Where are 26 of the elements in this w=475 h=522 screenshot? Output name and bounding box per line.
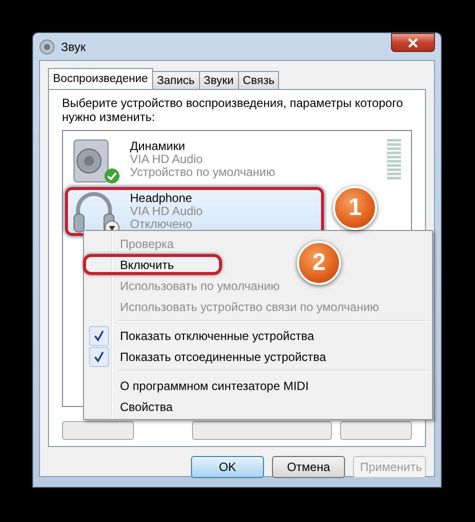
speaker-icon — [39, 38, 55, 54]
device-name: Динамики — [130, 140, 186, 153]
close-icon — [408, 38, 418, 48]
configure-button[interactable] — [62, 421, 134, 440]
window-title: Звук — [61, 40, 86, 54]
device-status: Устройство по умолчанию — [130, 166, 276, 179]
device-name: Headphone — [130, 192, 194, 205]
device-driver: VIA HD Audio — [130, 153, 204, 166]
dialog-button[interactable]: OK — [191, 456, 264, 478]
instruction-text: Выберите устройство воспроизведения, параметры которого нужно изменить: — [62, 96, 404, 124]
default-dropdown[interactable] — [192, 421, 332, 440]
tab[interactable]: Запись — [152, 71, 200, 89]
device-driver: VIA HD Audio — [130, 205, 203, 218]
tab[interactable]: Связь — [238, 71, 280, 89]
close-button[interactable] — [391, 33, 435, 52]
menu-item[interactable]: Включить — [83, 254, 222, 275]
properties-button[interactable] — [340, 421, 412, 440]
device-status: Отключено — [130, 218, 194, 231]
menu-item[interactable]: Свойства — [86, 396, 177, 417]
dialog-button[interactable]: Отмена — [272, 456, 345, 478]
tab[interactable]: Звуки — [198, 71, 239, 89]
device-item[interactable]: Динамики VIA HD Audio Устройство по умолчанию — [66, 134, 405, 185]
menu-item[interactable]: О программном синтезаторе MIDI — [86, 375, 313, 396]
menu-item[interactable]: Показать отключенные устройства — [86, 325, 318, 346]
menu-item[interactable]: Показать отсоединенные устройства — [86, 346, 330, 367]
tab[interactable]: Воспроизведение — [48, 68, 153, 89]
